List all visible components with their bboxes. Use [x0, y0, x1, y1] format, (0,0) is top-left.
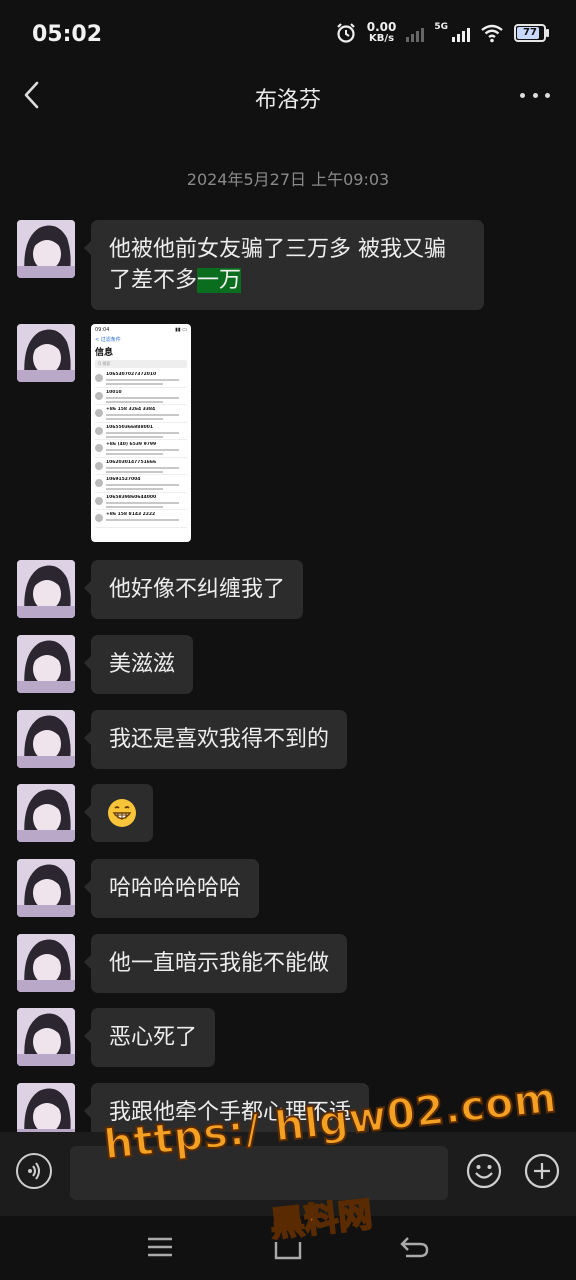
plus-icon	[524, 1153, 560, 1189]
message-row: 他一直暗示我能不能做	[17, 934, 348, 993]
screenshot-row: 1065307027372010	[95, 370, 187, 388]
avatar[interactable]	[17, 710, 75, 768]
menu-button[interactable]	[144, 1232, 178, 1262]
battery-icon: 77	[514, 24, 549, 42]
return-icon	[400, 1237, 429, 1258]
message-bubble[interactable]: 美滋滋	[83, 635, 194, 694]
avatar[interactable]	[17, 784, 75, 842]
avatar[interactable]	[17, 1008, 75, 1066]
screenshot-row: 10691527004	[95, 475, 187, 493]
avatar[interactable]	[17, 859, 75, 917]
screenshot-title: 信息	[95, 348, 114, 358]
avatar[interactable]	[17, 324, 75, 382]
message-row: 哈哈哈哈哈哈	[17, 859, 260, 918]
plus-button[interactable]	[524, 1153, 560, 1189]
message-row: 09:04 ▮▮ ▭ < 过滤条件 信息 Q 搜索 106530702737201…	[17, 324, 191, 542]
battery-level: 77	[523, 27, 537, 38]
message-bubble[interactable]	[84, 784, 153, 842]
avatar[interactable]	[17, 220, 75, 278]
screenshot-row: +86 158 8143 2222	[95, 510, 187, 528]
screenshot-row: +86 158 3264 3384	[95, 405, 187, 423]
signal-icon	[452, 24, 470, 42]
message-bubble[interactable]: 恶心死了	[83, 1008, 216, 1067]
signal-icon-sim2	[406, 24, 425, 42]
voice-icon	[28, 1162, 40, 1180]
chat-header: 布洛芬	[0, 68, 576, 126]
more-dots-icon[interactable]	[520, 84, 550, 106]
screenshot-status: 09:04 ▮▮ ▭	[95, 327, 187, 333]
screenshot-nav: < 过滤条件	[95, 337, 121, 343]
alarm-icon	[336, 23, 355, 43]
status-icons: 0.00 KB/s 5G 77	[335, 20, 549, 44]
message-row: 美滋滋	[17, 635, 194, 694]
screenshot-row: +86 (40) 6539 9799	[95, 440, 187, 458]
screenshot-row: 1065839860644000	[95, 493, 187, 510]
message-bubble[interactable]: 他一直暗示我能不能做	[83, 934, 348, 993]
message-bubble[interactable]: 他好像不纠缠我了	[83, 560, 304, 619]
avatar[interactable]	[17, 934, 75, 992]
network-type: 5G	[434, 22, 448, 32]
net-speed-unit: KB/s	[369, 33, 395, 44]
wifi-icon	[481, 24, 503, 43]
message-bubble[interactable]: 他被他前女友骗了三万多 被我又骗了差不多一万	[84, 220, 484, 310]
screenshot-row: 1062030147751666	[95, 458, 187, 475]
status-bar: 05:02 0.00 KB/s 5G 77	[0, 0, 576, 68]
menu-icon	[148, 1237, 172, 1257]
message-timestamp: 2024年5月27日 上午09:03	[186, 170, 390, 189]
net-speed-value: 0.00	[366, 20, 397, 34]
screenshot-time: 09:04	[95, 327, 110, 333]
screenshot-search: Q 搜索	[95, 360, 187, 368]
message-row	[17, 784, 153, 842]
message-row: 我还是喜欢我得不到的	[17, 710, 348, 769]
message-row: 他被他前女友骗了三万多 被我又骗了差不多一万	[17, 220, 484, 310]
chat-title: 布洛芬	[254, 88, 321, 113]
message-bubble[interactable]: 哈哈哈哈哈哈	[83, 859, 260, 918]
emoji-icon	[466, 1153, 502, 1189]
message-row: 他好像不纠缠我了	[17, 560, 304, 619]
screenshot-row: 106550366888001	[95, 423, 187, 440]
avatar[interactable]	[17, 560, 75, 618]
avatar[interactable]	[17, 635, 75, 693]
highlighted-text: 一万	[197, 268, 242, 293]
status-time: 05:02	[32, 22, 103, 47]
message-bubble[interactable]: 我还是喜欢我得不到的	[83, 710, 348, 769]
image-message[interactable]: 09:04 ▮▮ ▭ < 过滤条件 信息 Q 搜索 106530702737201…	[91, 324, 191, 542]
screenshot-row: 10010	[95, 388, 187, 405]
net-speed: 0.00 KB/s	[366, 20, 397, 44]
grin-emoji-icon	[108, 799, 136, 827]
emoji-button[interactable]	[466, 1153, 502, 1189]
message-text: 他被他前女友骗了三万多 被我又骗了差不多	[109, 237, 446, 293]
voice-button[interactable]	[16, 1153, 52, 1189]
return-button[interactable]	[398, 1232, 432, 1262]
message-row: 恶心死了	[17, 1008, 216, 1067]
